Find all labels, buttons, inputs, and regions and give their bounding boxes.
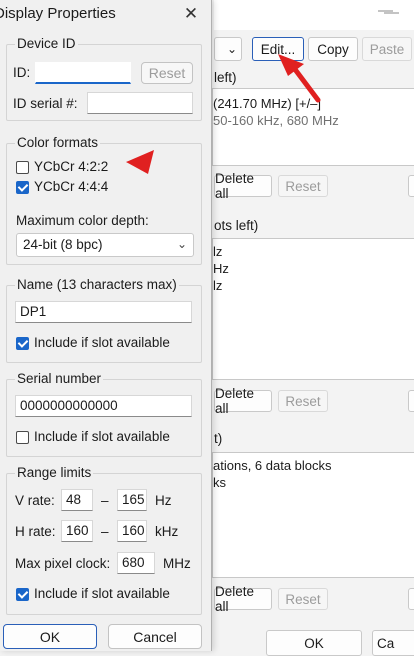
arrow-head-icon xyxy=(126,150,154,174)
annotation-arrows xyxy=(126,54,321,174)
arrow-shaft xyxy=(291,65,321,103)
arrow-to-ycbcr-422 xyxy=(126,150,154,174)
arrow-to-edit-button xyxy=(278,54,321,103)
